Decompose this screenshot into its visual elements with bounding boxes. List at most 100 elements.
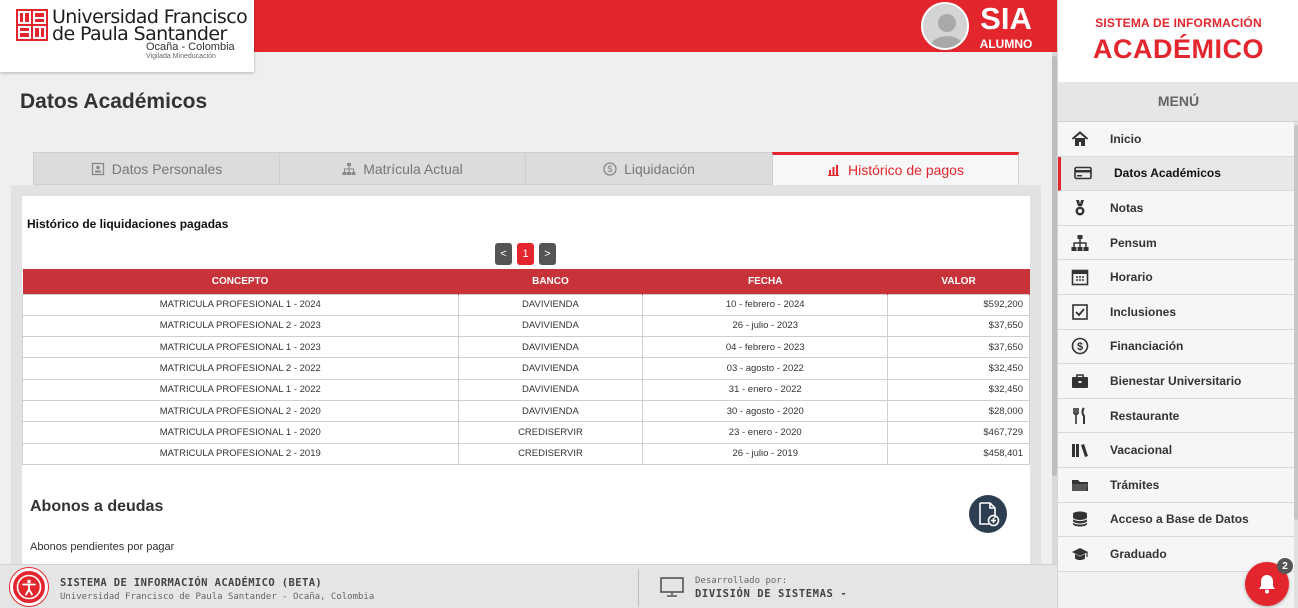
- tab-historico-pagos[interactable]: Histórico de pagos: [772, 152, 1019, 186]
- svg-text:$: $: [608, 164, 613, 174]
- sidebar-item-label: Graduado: [1110, 546, 1167, 561]
- cell-valor: $32,450: [887, 378, 1030, 401]
- calendar-icon: [1071, 269, 1089, 286]
- folder-icon: [1072, 479, 1088, 491]
- ufps-logo-icon: [16, 9, 48, 41]
- footer-divider: [638, 569, 639, 607]
- column-header-valor: VALOR: [887, 269, 1030, 294]
- footer-dev-label: Desarrollado por:: [695, 576, 788, 586]
- sidebar-header: SISTEMA DE INFORMACIÓN ACADÉMICO: [1058, 0, 1298, 82]
- add-document-button[interactable]: [969, 495, 1007, 533]
- column-header-concepto: CONCEPTO: [22, 269, 459, 294]
- sia-role: ALUMNO: [979, 37, 1033, 51]
- sidebar: SISTEMA DE INFORMACIÓN ACADÉMICO MENÚ In…: [1057, 0, 1298, 608]
- tab-bar: Datos Personales Matrícula Actual $ Liqu…: [33, 152, 1019, 186]
- checkbox-icon: [1072, 303, 1088, 320]
- footer: SISTEMA DE INFORMACIÓN ACADÉMICO (BETA) …: [0, 564, 1057, 608]
- table-row: MATRICULA PROFESIONAL 2 - 2023 DAVIVIEND…: [22, 314, 1030, 338]
- cell-concepto: MATRICULA PROFESIONAL 2 - 2020: [22, 399, 459, 423]
- credit-card-icon: [1074, 167, 1092, 180]
- sidebar-item-label: Horario: [1110, 270, 1153, 285]
- historico-title: Histórico de liquidaciones pagadas: [27, 217, 229, 231]
- sitemap-icon: [1071, 234, 1089, 251]
- sidebar-item-horario[interactable]: Horario: [1058, 260, 1294, 295]
- sidebar-item-bienestar[interactable]: Bienestar Universitario: [1058, 364, 1294, 399]
- prev-page-button[interactable]: <: [495, 243, 512, 265]
- sidebar-item-label: Pensum: [1110, 235, 1157, 250]
- id-card-icon: [91, 162, 104, 175]
- next-page-button[interactable]: >: [539, 243, 556, 265]
- sidebar-item-label: Datos Académicos: [1114, 166, 1221, 181]
- sidebar-item-notas[interactable]: Notas: [1058, 191, 1294, 226]
- notification-count-badge: 2: [1277, 558, 1293, 574]
- pagination: < 1 >: [495, 243, 556, 265]
- cell-fecha: 31 - enero - 2022: [642, 378, 889, 401]
- tab-matricula-actual[interactable]: Matrícula Actual: [279, 152, 526, 185]
- books-icon: [1072, 444, 1088, 458]
- logo-vigilada: Vigilada Mineducación: [146, 53, 216, 60]
- sidebar-item-label: Notas: [1110, 200, 1144, 215]
- cell-fecha: 26 - julio - 2019: [642, 442, 889, 465]
- historico-panel: Histórico de liquidaciones pagadas < 1 >…: [22, 196, 1030, 564]
- cell-valor: $592,200: [887, 293, 1030, 316]
- user-avatar[interactable]: [921, 2, 969, 50]
- cell-banco: DAVIVIENDA: [457, 399, 644, 423]
- page-title: Datos Académicos: [20, 90, 208, 113]
- sidebar-item-tramites[interactable]: Trámites: [1058, 467, 1294, 503]
- table-row: MATRICULA PROFESIONAL 1 - 2023 DAVIVIEND…: [22, 336, 1030, 359]
- historico-table: CONCEPTO BANCO FECHA VALOR MATRICULA PRO…: [22, 269, 1030, 465]
- sidebar-item-financiacion[interactable]: $ Financiación: [1058, 329, 1294, 365]
- sidebar-item-inclusiones[interactable]: Inclusiones: [1058, 294, 1294, 330]
- table-row: MATRICULA PROFESIONAL 1 - 2022 DAVIVIEND…: [22, 378, 1030, 401]
- cell-valor: $458,401: [887, 442, 1030, 465]
- column-header-fecha: FECHA: [642, 269, 889, 294]
- tab-label: Matrícula Actual: [363, 160, 463, 177]
- logo-city: Ocaña - Colombia: [146, 41, 235, 53]
- sidebar-item-base-datos[interactable]: Acceso a Base de Datos: [1058, 502, 1294, 538]
- sia-title: SIA: [980, 1, 1032, 36]
- sidebar-item-inicio[interactable]: Inicio: [1058, 122, 1294, 157]
- page-1-button[interactable]: 1: [517, 243, 534, 265]
- table-header-row: CONCEPTO BANCO FECHA VALOR: [22, 269, 1030, 294]
- cell-fecha: 03 - agosto - 2022: [642, 357, 889, 380]
- table-row: MATRICULA PROFESIONAL 2 - 2020 DAVIVIEND…: [22, 399, 1030, 423]
- university-logo[interactable]: Universidad Francisco de Paula Santander…: [0, 0, 254, 72]
- cell-valor: $467,729: [887, 421, 1030, 444]
- cell-banco: DAVIVIENDA: [457, 336, 644, 359]
- tab-liquidacion[interactable]: $ Liquidación: [525, 152, 773, 185]
- footer-system-name: SISTEMA DE INFORMACIÓN ACADÉMICO (BETA): [60, 577, 323, 589]
- dollar-circle-icon: $: [1071, 338, 1089, 355]
- abonos-title: Abonos a deudas: [30, 498, 164, 515]
- sidebar-item-vacacional[interactable]: Vacacional: [1058, 433, 1294, 468]
- sidebar-item-label: Vacacional: [1110, 443, 1173, 458]
- table-row: MATRICULA PROFESIONAL 1 - 2020 CREDISERV…: [22, 421, 1030, 444]
- footer-dev-name: DIVISIÓN DE SISTEMAS -: [695, 588, 848, 600]
- sidebar-item-label: Financiación: [1110, 339, 1184, 354]
- database-icon: [1072, 511, 1088, 527]
- sidebar-item-datos-academicos[interactable]: Datos Académicos: [1058, 156, 1294, 192]
- cell-concepto: MATRICULA PROFESIONAL 2 - 2022: [22, 357, 459, 380]
- sidebar-item-label: Restaurante: [1110, 408, 1180, 423]
- cell-banco: CREDISERVIR: [457, 442, 644, 465]
- table-row: MATRICULA PROFESIONAL 1 - 2024 DAVIVIEND…: [22, 293, 1030, 316]
- sidebar-item-label: Bienestar Universitario: [1110, 373, 1242, 388]
- bell-icon: [1259, 575, 1275, 594]
- tab-label: Histórico de pagos: [848, 162, 964, 178]
- cell-concepto: MATRICULA PROFESIONAL 2 - 2019: [22, 442, 459, 465]
- sidebar-title-line1: SISTEMA DE INFORMACIÓN: [1095, 16, 1262, 30]
- sitemap-icon: [342, 162, 356, 175]
- tab-label: Liquidación: [624, 160, 695, 177]
- accessibility-button[interactable]: [10, 568, 48, 606]
- tab-datos-personales[interactable]: Datos Personales: [33, 152, 280, 185]
- table-row: MATRICULA PROFESIONAL 2 - 2022 DAVIVIEND…: [22, 357, 1030, 380]
- cell-fecha: 30 - agosto - 2020: [642, 399, 889, 423]
- cell-banco: DAVIVIENDA: [457, 293, 644, 316]
- sidebar-item-label: Trámites: [1110, 477, 1160, 492]
- main-content: Datos Académicos Datos Personales Matríc…: [0, 52, 1057, 564]
- sidebar-item-restaurante[interactable]: Restaurante: [1058, 398, 1294, 434]
- cell-valor: $32,450: [887, 357, 1030, 380]
- sidebar-menu: Inicio Datos Académicos Notas Pensum Hor…: [1058, 122, 1294, 572]
- sidebar-scrollbar-thumb[interactable]: [1294, 125, 1298, 520]
- accessibility-icon: [16, 574, 42, 600]
- sidebar-item-pensum[interactable]: Pensum: [1058, 225, 1294, 261]
